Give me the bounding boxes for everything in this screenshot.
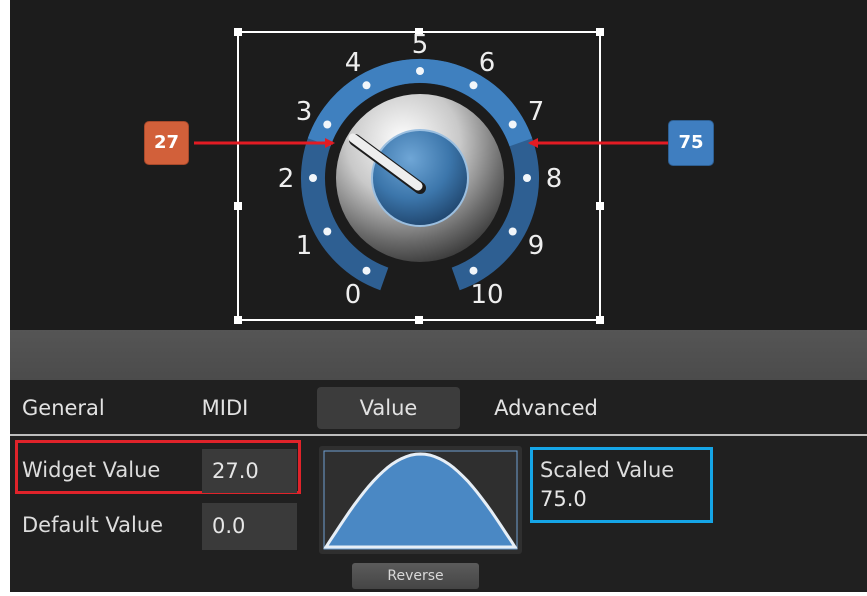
default-value-field[interactable]: 0.0 xyxy=(202,503,297,550)
tab-midi[interactable]: MIDI xyxy=(190,387,260,429)
scale-dot-5 xyxy=(416,67,424,75)
scale-label-6: 6 xyxy=(479,48,496,78)
resize-handle-right[interactable] xyxy=(596,202,604,210)
scale-label-0: 0 xyxy=(345,280,362,310)
scaled-value-highlight: Scaled Value 75.0 xyxy=(530,447,713,523)
scale-label-1: 1 xyxy=(296,231,313,261)
scale-dot-7 xyxy=(508,120,517,129)
value-curve-svg xyxy=(323,450,518,550)
widget-value-label: Widget Value xyxy=(22,458,161,482)
panel-separator xyxy=(10,330,867,380)
reverse-button[interactable]: Reverse xyxy=(352,563,479,589)
scale-dot-9 xyxy=(508,227,517,236)
scale-dot-6 xyxy=(469,81,478,90)
tab-general[interactable]: General xyxy=(22,387,118,429)
scale-dot-3 xyxy=(323,120,332,129)
value-curve-preview[interactable] xyxy=(319,446,522,554)
resize-handle-bottom-left[interactable] xyxy=(234,316,242,324)
scale-dot-10 xyxy=(469,266,478,275)
min-value-marker: 27 xyxy=(144,121,189,165)
value-curve xyxy=(323,452,518,549)
default-value-label: Default Value xyxy=(22,513,164,537)
resize-handle-top-right[interactable] xyxy=(596,28,604,36)
scale-dot-2 xyxy=(309,174,317,182)
scale-label-7: 7 xyxy=(528,97,545,127)
scale-dot-0 xyxy=(362,266,371,275)
scaled-value-text: 75.0 xyxy=(540,487,587,511)
scale-label-2: 2 xyxy=(278,164,295,194)
scale-label-8: 8 xyxy=(546,164,563,194)
max-value-marker: 75 xyxy=(668,120,714,166)
scaled-value-label: Scaled Value xyxy=(540,458,675,482)
max-value-marker-text: 75 xyxy=(678,132,704,153)
tab-advanced[interactable]: Advanced xyxy=(482,387,610,429)
resize-handle-top-left[interactable] xyxy=(234,28,242,36)
widget-value-field[interactable]: 27.0 xyxy=(202,449,297,493)
scale-label-5: 5 xyxy=(412,30,429,60)
design-canvas: 0 1 2 3 4 5 6 7 8 9 10 27 75 xyxy=(10,0,867,330)
scale-label-9: 9 xyxy=(528,231,545,261)
scale-label-4: 4 xyxy=(345,48,362,78)
app-window: 0 1 2 3 4 5 6 7 8 9 10 27 75 General MIDI Value Ad… xyxy=(10,0,867,592)
resize-handle-bottom-right[interactable] xyxy=(596,316,604,324)
scale-dot-1 xyxy=(323,227,332,236)
scale-label-3: 3 xyxy=(296,97,313,127)
min-value-marker-text: 27 xyxy=(153,132,180,153)
tab-bar-divider xyxy=(10,434,867,436)
knob-cap xyxy=(371,129,469,227)
resize-handle-left[interactable] xyxy=(234,202,242,210)
properties-panel: General MIDI Value Advanced Widget Value… xyxy=(10,380,867,592)
scale-dot-4 xyxy=(362,81,371,90)
tab-value[interactable]: Value xyxy=(317,387,460,429)
scale-dot-8 xyxy=(523,174,531,182)
knob-canvas-svg: 0 1 2 3 4 5 6 7 8 9 10 xyxy=(194,28,670,324)
scale-label-10: 10 xyxy=(470,280,503,310)
resize-handle-bottom[interactable] xyxy=(415,316,423,324)
